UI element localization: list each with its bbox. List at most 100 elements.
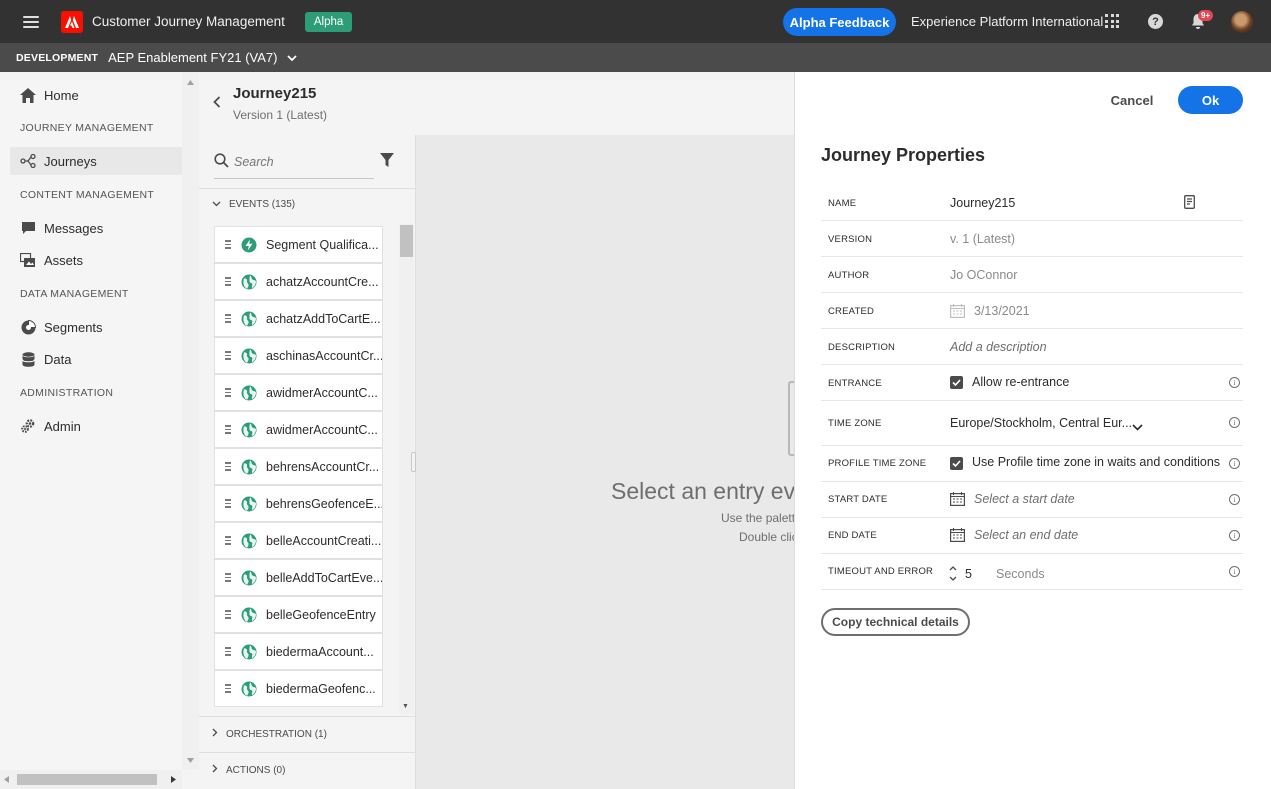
chevron-down-icon[interactable] xyxy=(1132,419,1143,434)
info-icon[interactable]: i xyxy=(1229,530,1240,541)
timeout-value[interactable]: 5 xyxy=(965,567,972,581)
copy-technical-details-button[interactable]: Copy technical details xyxy=(821,608,970,636)
event-item[interactable]: belleAddToCartEve... xyxy=(214,559,383,596)
drag-handle-icon[interactable] xyxy=(225,277,231,286)
journey-canvas[interactable]: Select an entry eve Use the palette Doub… xyxy=(416,135,794,789)
nav-horizontal-scrollbar[interactable] xyxy=(0,770,182,789)
database-icon xyxy=(20,351,36,367)
timezone-dropdown[interactable]: Europe/Stockholm, Central Eur... xyxy=(950,416,1132,430)
nav-item-admin[interactable]: Admin xyxy=(10,412,182,440)
event-label: behrensAccountCr... xyxy=(266,459,380,474)
drag-handle-icon[interactable] xyxy=(225,462,231,471)
event-item[interactable]: achatzAccountCre... xyxy=(214,263,383,300)
orchestration-section-header[interactable]: ORCHESTRATION (1) xyxy=(212,728,327,740)
globe-icon xyxy=(241,496,257,512)
drag-handle-icon[interactable] xyxy=(225,573,231,582)
adobe-logo-icon[interactable] xyxy=(61,10,83,33)
scroll-down-arrow-icon[interactable]: ▼ xyxy=(402,703,409,710)
scrollbar-thumb[interactable] xyxy=(400,225,413,257)
info-icon[interactable]: i xyxy=(1229,417,1240,428)
events-section-header[interactable]: EVENTS (135) xyxy=(212,199,295,210)
help-icon[interactable]: ? xyxy=(1148,14,1163,29)
user-avatar[interactable] xyxy=(1231,11,1253,33)
palette-search[interactable] xyxy=(214,152,374,179)
filter-icon[interactable] xyxy=(380,153,394,171)
org-switcher[interactable]: Experience Platform International xyxy=(911,14,1103,29)
sandbox-selector[interactable]: AEP Enablement FY21 (VA7) xyxy=(108,50,277,65)
actions-section-header[interactable]: ACTIONS (0) xyxy=(212,764,285,776)
end-date-label: END DATE xyxy=(828,530,877,541)
event-item[interactable]: behrensAccountCr... xyxy=(214,448,383,485)
drag-handle-icon[interactable] xyxy=(225,425,231,434)
drag-handle-icon[interactable] xyxy=(225,388,231,397)
info-icon[interactable]: i xyxy=(1229,377,1240,388)
nav-item-journeys[interactable]: Journeys xyxy=(10,147,182,175)
info-icon[interactable]: i xyxy=(1229,458,1240,469)
divider xyxy=(199,188,416,189)
event-label: biedermaGeofenc... xyxy=(266,681,376,696)
drag-handle-icon[interactable] xyxy=(225,499,231,508)
start-date-field[interactable]: Select a start date xyxy=(974,492,1075,506)
event-item[interactable]: belleGeofenceEntry xyxy=(214,596,383,633)
cancel-button[interactable]: Cancel xyxy=(1105,86,1159,114)
drag-handle-icon[interactable] xyxy=(225,647,231,656)
profile-timezone-option-label: Use Profile time zone in waits and condi… xyxy=(972,455,1221,469)
info-icon[interactable]: i xyxy=(1229,494,1240,505)
end-date-field[interactable]: Select an end date xyxy=(974,528,1078,542)
nav-label: Admin xyxy=(44,418,81,434)
description-field[interactable]: Add a description xyxy=(950,340,1047,354)
alpha-feedback-button[interactable]: Alpha Feedback xyxy=(783,8,896,36)
apps-grid-icon[interactable] xyxy=(1105,14,1119,28)
nav-item-assets[interactable]: Assets xyxy=(10,246,182,274)
drag-handle-icon[interactable] xyxy=(225,240,231,249)
event-item[interactable]: aschinasAccountCr... xyxy=(214,337,383,374)
event-item[interactable]: Segment Qualifica... xyxy=(214,226,383,263)
panel-resize-handle[interactable] xyxy=(411,452,416,472)
allow-reentrance-checkbox[interactable] xyxy=(950,376,963,389)
event-item[interactable]: behrensGeofenceE... xyxy=(214,485,383,522)
drag-handle-icon[interactable] xyxy=(225,351,231,360)
property-row-created xyxy=(821,293,1243,329)
event-item[interactable]: achatzAddToCartE... xyxy=(214,300,383,337)
calendar-icon[interactable] xyxy=(950,492,966,509)
event-item[interactable]: awidmerAccountC... xyxy=(214,374,383,411)
event-item[interactable]: biedermaGeofenc... xyxy=(214,670,383,707)
chevron-down-icon[interactable] xyxy=(287,50,298,65)
profile-timezone-checkbox[interactable] xyxy=(950,457,963,470)
info-icon[interactable]: i xyxy=(1229,566,1240,577)
drag-handle-icon[interactable] xyxy=(225,314,231,323)
drag-handle-icon[interactable] xyxy=(225,610,231,619)
event-item[interactable]: awidmerAccountC... xyxy=(214,411,383,448)
nav-item-segments[interactable]: Segments xyxy=(10,313,182,341)
nav-vertical-scrollbar[interactable] xyxy=(182,72,199,770)
divider xyxy=(199,716,416,717)
alpha-badge: Alpha xyxy=(304,11,353,32)
globe-icon xyxy=(241,422,257,438)
journey-title: Journey215 xyxy=(233,85,317,102)
menu-icon[interactable] xyxy=(23,15,39,28)
calendar-icon[interactable] xyxy=(950,528,966,545)
nav-item-data[interactable]: Data xyxy=(10,345,182,373)
event-item[interactable]: biedermaAccount... xyxy=(214,633,383,670)
nav-section-data: DATA MANAGEMENT xyxy=(20,288,129,300)
ok-button[interactable]: Ok xyxy=(1178,86,1243,114)
nav-item-home[interactable]: Home xyxy=(10,81,182,109)
nav-item-messages[interactable]: Messages xyxy=(10,214,182,242)
event-item[interactable]: belleAccountCreati... xyxy=(214,522,383,559)
scrollbar-thumb[interactable] xyxy=(17,774,157,785)
name-field[interactable]: Journey215 xyxy=(950,196,1015,210)
timeout-stepper[interactable] xyxy=(948,565,958,581)
notification-count-badge: 9+ xyxy=(1198,10,1214,21)
search-input[interactable] xyxy=(234,155,369,169)
back-chevron-icon[interactable] xyxy=(213,96,221,111)
event-label: achatzAccountCre... xyxy=(266,274,379,289)
events-header-label: EVENTS (135) xyxy=(229,199,296,210)
properties-title: Journey Properties xyxy=(821,145,986,165)
text-field-icon[interactable] xyxy=(1184,195,1195,212)
description-label: DESCRIPTION xyxy=(828,342,896,353)
drag-handle-icon[interactable] xyxy=(225,536,231,545)
sandbox-bar: DEVELOPMENT AEP Enablement FY21 (VA7) xyxy=(0,43,1271,72)
drag-handle-icon[interactable] xyxy=(225,684,231,693)
timezone-label: TIME ZONE xyxy=(828,418,882,429)
created-value: 3/13/2021 xyxy=(974,304,1030,318)
